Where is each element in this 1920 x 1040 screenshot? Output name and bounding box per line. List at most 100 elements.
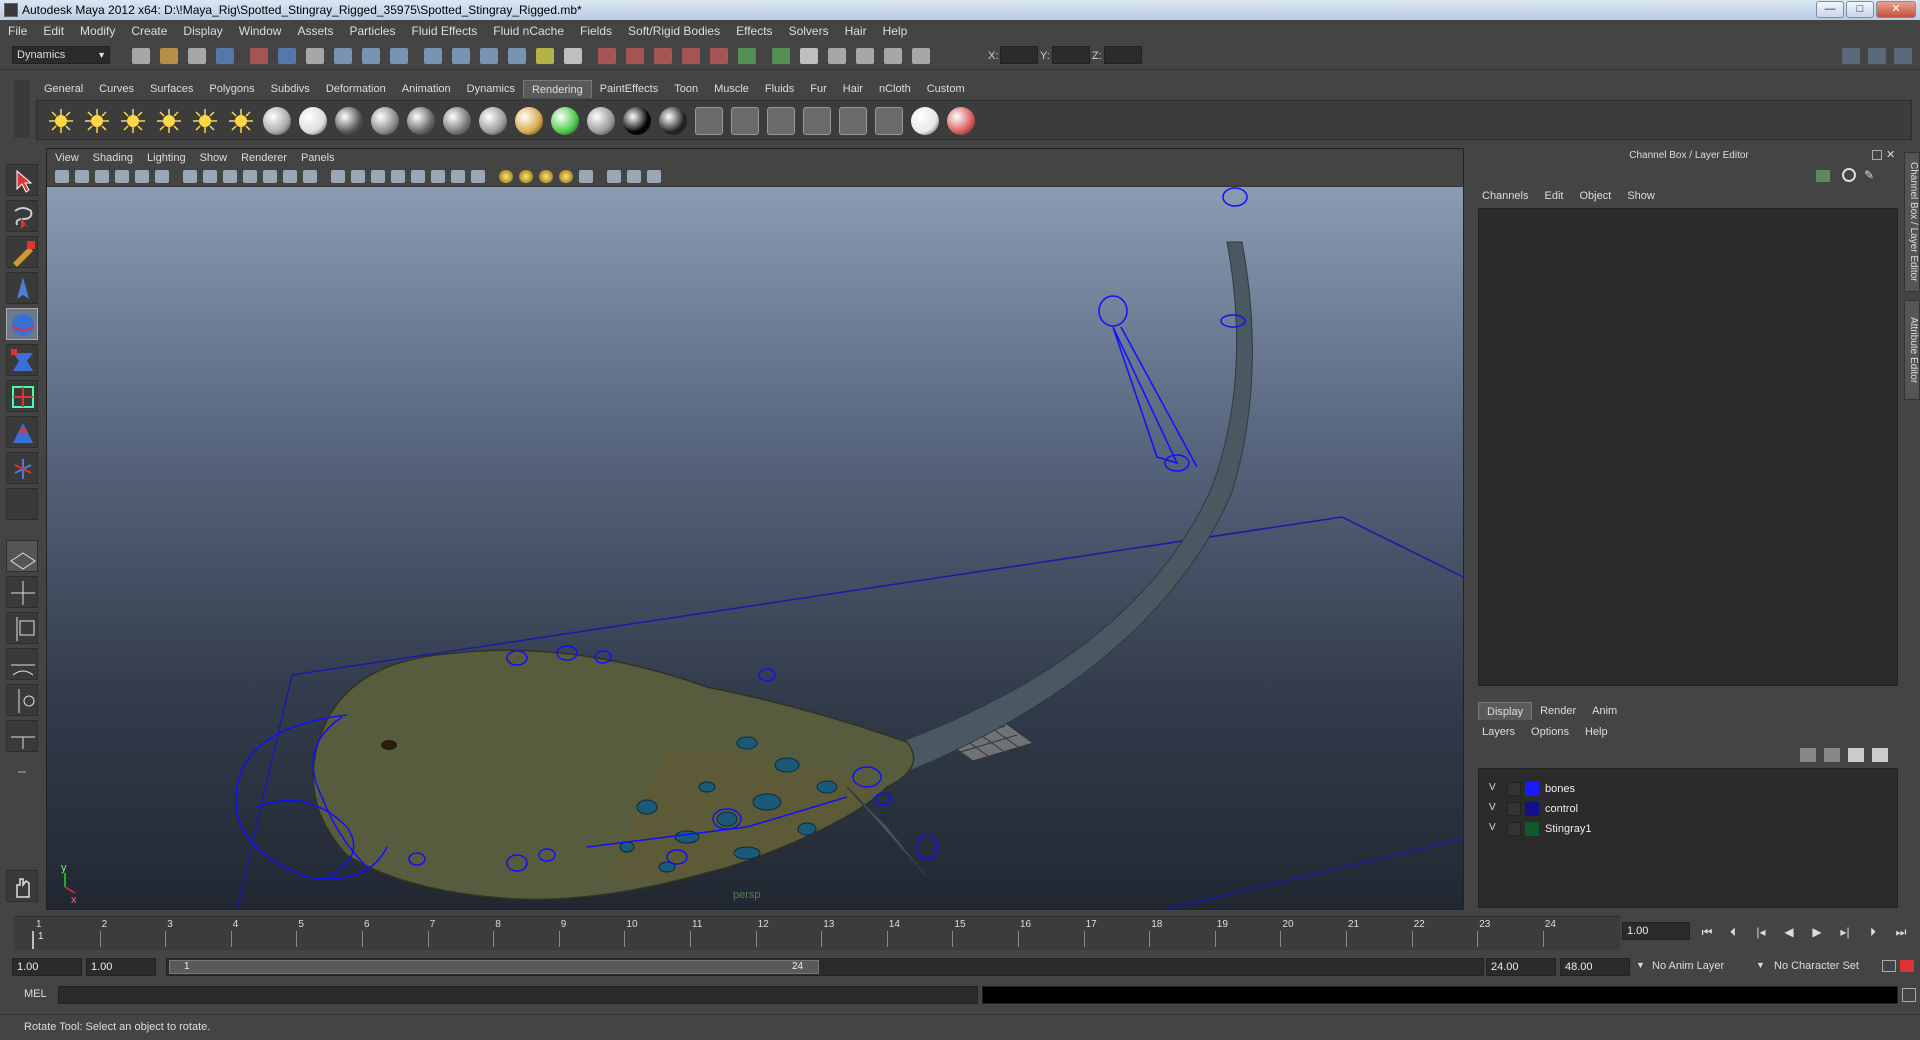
maximize-button[interactable]: □ xyxy=(1846,1,1874,18)
layer-tab-render[interactable]: Render xyxy=(1532,702,1584,720)
two-d-pan-zoom-icon[interactable] xyxy=(135,170,149,183)
layer-color-swatch[interactable] xyxy=(1525,782,1539,796)
universal-manipulator-icon[interactable] xyxy=(6,380,38,412)
shelf-tab-hair[interactable]: Hair xyxy=(835,80,871,98)
shelf-options-handle[interactable] xyxy=(14,80,30,138)
mental-ray-sphere-icon[interactable] xyxy=(911,107,939,135)
camera-attributes-icon[interactable] xyxy=(75,170,89,183)
y-input[interactable] xyxy=(1052,46,1090,64)
snap-point-icon[interactable] xyxy=(390,48,408,64)
snap-view-plane-icon[interactable] xyxy=(424,48,442,64)
lambert-material-icon[interactable] xyxy=(335,107,363,135)
render-current-frame-icon[interactable] xyxy=(731,107,759,135)
shelf-tab-muscle[interactable]: Muscle xyxy=(706,80,757,98)
lasso-tool-icon[interactable] xyxy=(6,200,38,232)
gate-mask-icon[interactable] xyxy=(243,170,257,183)
hypershade-icon[interactable] xyxy=(828,48,846,64)
last-tool-slot[interactable] xyxy=(6,488,38,520)
field-chart-icon[interactable] xyxy=(263,170,277,183)
anim-layer-dropdown[interactable]: No Anim Layer xyxy=(1652,960,1724,972)
use-default-material-icon[interactable] xyxy=(431,170,445,183)
layered-shader-icon[interactable] xyxy=(479,107,507,135)
shelf-tab-animation[interactable]: Animation xyxy=(394,80,459,98)
select-deformations-icon[interactable] xyxy=(710,48,728,64)
xray-icon[interactable] xyxy=(471,170,485,183)
menuset-dropdown[interactable]: Dynamics ▼ xyxy=(12,46,110,64)
go-to-start-icon[interactable]: ⏮ xyxy=(1698,924,1716,940)
step-forward-frame-icon[interactable]: ⏵ xyxy=(1864,924,1882,940)
ramp-shader-icon[interactable] xyxy=(515,107,543,135)
menu-fields[interactable]: Fields xyxy=(580,24,612,38)
menu-help[interactable]: Help xyxy=(883,24,908,38)
character-set-chevron-down-icon[interactable]: ▼ xyxy=(1756,960,1765,970)
layer-row-control[interactable]: Vcontrol xyxy=(1479,799,1897,819)
anim-layer-chevron-down-icon[interactable]: ▼ xyxy=(1636,960,1645,970)
render-view-window-icon[interactable] xyxy=(695,107,723,135)
menu-fluid-effects[interactable]: Fluid Effects xyxy=(411,24,477,38)
paint-select-tool-icon[interactable] xyxy=(6,236,38,268)
tool-settings-toggle-icon[interactable] xyxy=(1868,48,1886,64)
render-layer-icon[interactable] xyxy=(263,107,291,135)
blinn-material-icon[interactable] xyxy=(299,107,327,135)
script-editor-icon[interactable] xyxy=(1902,988,1916,1002)
menu-window[interactable]: Window xyxy=(239,24,282,38)
make-live-icon[interactable] xyxy=(452,48,470,64)
menu-solvers[interactable]: Solvers xyxy=(789,24,829,38)
use-background-icon[interactable] xyxy=(623,107,651,135)
layer-display-type-toggle[interactable] xyxy=(1507,782,1521,796)
surface-shader-icon[interactable] xyxy=(587,107,615,135)
viewport-menu-panels[interactable]: Panels xyxy=(301,152,335,164)
layer-menu-help[interactable]: Help xyxy=(1585,726,1608,738)
safe-title-icon[interactable] xyxy=(303,170,317,183)
paint-brush-icon[interactable] xyxy=(947,107,975,135)
shelf-tab-fur[interactable]: Fur xyxy=(802,80,835,98)
layer-row-bones[interactable]: Vbones xyxy=(1479,779,1897,799)
move-layer-down-icon[interactable] xyxy=(1824,748,1840,762)
xray-joints-icon[interactable] xyxy=(499,170,513,183)
shelf-tab-curves[interactable]: Curves xyxy=(91,80,142,98)
channel-box-menu-object[interactable]: Object xyxy=(1579,190,1611,202)
viewport-menu-show[interactable]: Show xyxy=(200,152,228,164)
play-backwards-icon[interactable]: ◀ xyxy=(1780,924,1798,940)
render-current-icon[interactable] xyxy=(738,48,756,64)
move-layer-up-icon[interactable] xyxy=(1800,748,1816,762)
close-button[interactable]: ✕ xyxy=(1876,1,1916,18)
step-back-key-icon[interactable]: |◂ xyxy=(1752,924,1770,940)
playback-start-input[interactable]: 1.00 xyxy=(86,958,156,976)
toolbox-more-icon[interactable] xyxy=(6,756,38,788)
menu-modify[interactable]: Modify xyxy=(80,24,115,38)
play-forwards-icon[interactable]: ▶ xyxy=(1808,924,1826,940)
shelf-tab-ncloth[interactable]: nCloth xyxy=(871,80,919,98)
menu-soft-rigid-bodies[interactable]: Soft/Rigid Bodies xyxy=(628,24,720,38)
start-time-input[interactable]: 1.00 xyxy=(12,958,82,976)
open-scene-icon[interactable] xyxy=(160,48,178,64)
color-wheel-icon[interactable] xyxy=(551,107,579,135)
persp-graph-layout-icon[interactable] xyxy=(6,648,38,680)
z-input[interactable] xyxy=(1104,46,1142,64)
layer-color-swatch[interactable] xyxy=(1525,822,1539,836)
grid-icon[interactable] xyxy=(183,170,197,183)
select-mode-icon[interactable] xyxy=(306,48,324,64)
character-set-dropdown[interactable]: No Character Set xyxy=(1774,960,1859,972)
go-to-end-icon[interactable]: ⏭ xyxy=(1892,924,1910,940)
hand-icon[interactable] xyxy=(6,870,38,902)
snap-curve-icon[interactable] xyxy=(362,48,380,64)
select-joints-icon[interactable] xyxy=(626,48,644,64)
soft-modification-icon[interactable] xyxy=(6,416,38,448)
area-light-icon[interactable] xyxy=(191,107,219,135)
viewport-menu-renderer[interactable]: Renderer xyxy=(241,152,287,164)
current-frame-input[interactable]: 1.00 xyxy=(1622,922,1690,940)
frame-all-icon[interactable] xyxy=(607,170,621,183)
sculpt-icon[interactable] xyxy=(884,48,902,64)
select-curves-icon[interactable] xyxy=(654,48,672,64)
move-tool-icon[interactable] xyxy=(6,272,38,304)
shelf-tab-painteffects[interactable]: PaintEffects xyxy=(592,80,667,98)
viewport-menu-lighting[interactable]: Lighting xyxy=(147,152,186,164)
step-back-frame-icon[interactable]: ⏴ xyxy=(1724,924,1742,940)
snap-to-grid-icon[interactable] xyxy=(647,170,661,183)
render-settings-icon[interactable] xyxy=(875,107,903,135)
shelf-tab-surfaces[interactable]: Surfaces xyxy=(142,80,201,98)
frame-selection-icon[interactable] xyxy=(627,170,641,183)
menu-hair[interactable]: Hair xyxy=(845,24,867,38)
persp-outliner-layout-icon[interactable] xyxy=(6,612,38,644)
